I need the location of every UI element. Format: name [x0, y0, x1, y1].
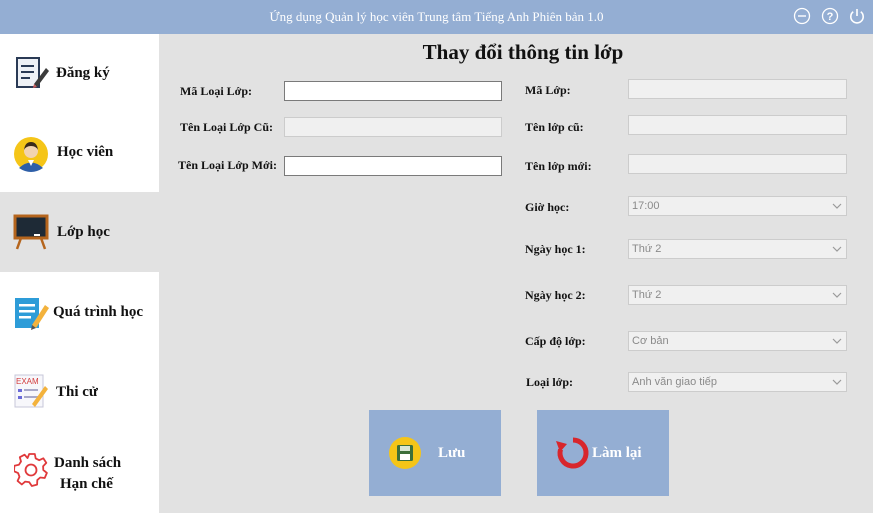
- minimize-icon[interactable]: [793, 7, 811, 25]
- chevron-down-icon: [832, 379, 842, 385]
- sidebar-item-register[interactable]: Đăng ký: [0, 34, 159, 114]
- class-level-value: Cơ bản: [632, 335, 669, 347]
- save-floppy-icon: [389, 437, 421, 469]
- study-day-2-label: Ngày học 2:: [525, 288, 586, 302]
- sidebar-item-restricted-list[interactable]: Danh sách Hạn chế: [0, 432, 159, 513]
- class-code-label: Mã Lớp:: [525, 83, 571, 97]
- save-button[interactable]: Lưu: [369, 410, 501, 496]
- study-time-value: 17:00: [632, 200, 660, 212]
- sidebar: Đăng ký Học viên Lớp học Quá trình học E…: [0, 34, 159, 513]
- svg-text:EXAM: EXAM: [16, 377, 39, 386]
- new-class-name-label: Tên lớp mới:: [525, 159, 592, 173]
- blackboard-icon: [13, 214, 49, 250]
- study-day-1-select[interactable]: Thứ 2: [628, 239, 847, 259]
- sidebar-item-label: Lớp học: [57, 224, 110, 240]
- new-class-type-name-label: Tên Loại Lớp Mới:: [178, 158, 277, 172]
- window-title: Ứng dụng Quản lý học viên Trung tâm Tiến…: [269, 9, 604, 24]
- class-type-code-input[interactable]: [284, 81, 502, 101]
- study-time-select[interactable]: 17:00: [628, 196, 847, 216]
- register-notebook-icon: [16, 57, 49, 88]
- help-icon[interactable]: ?: [821, 7, 839, 25]
- chevron-down-icon: [832, 203, 842, 209]
- reset-button-label: Làm lại: [592, 445, 642, 461]
- sidebar-item-label-line1: Danh sách: [54, 455, 122, 471]
- page-title: Thay đổi thông tin lớp: [422, 40, 624, 64]
- study-day-1-value: Thứ 2: [632, 243, 662, 255]
- class-level-label: Cấp độ lớp:: [525, 334, 586, 348]
- sidebar-item-label: Thi cử: [56, 384, 98, 400]
- chevron-down-icon: [832, 292, 842, 298]
- save-button-label: Lưu: [438, 445, 466, 461]
- old-class-name-label: Tên lớp cũ:: [525, 120, 584, 134]
- power-icon[interactable]: [848, 7, 866, 25]
- old-class-type-name-label: Tên Loại Lớp Cũ:: [180, 120, 273, 134]
- study-day-1-label: Ngày học 1:: [525, 242, 586, 256]
- class-type-code-label: Mã Loại Lớp:: [180, 84, 252, 98]
- new-class-name-input[interactable]: [628, 154, 847, 174]
- chevron-down-icon: [832, 246, 842, 252]
- class-level-select[interactable]: Cơ bản: [628, 331, 847, 351]
- gear-icon: [14, 453, 48, 487]
- old-class-name-input[interactable]: [628, 115, 847, 135]
- student-avatar-icon: [14, 137, 48, 172]
- title-bar: Ứng dụng Quản lý học viên Trung tâm Tiến…: [0, 0, 873, 34]
- refresh-icon: [556, 437, 589, 469]
- new-class-type-name-input[interactable]: [284, 156, 502, 176]
- study-time-label: Giờ học:: [525, 200, 570, 214]
- study-day-2-select[interactable]: Thứ 2: [628, 285, 847, 305]
- sidebar-item-students[interactable]: Học viên: [0, 114, 159, 194]
- sidebar-item-classes[interactable]: Lớp học: [0, 192, 159, 272]
- sidebar-item-label-line2: Hạn chế: [60, 476, 113, 492]
- class-edit-form: Thay đổi thông tin lớp Mã Loại Lớp: Tên …: [159, 34, 873, 513]
- class-type-label: Loại lớp:: [526, 375, 573, 389]
- class-type-select[interactable]: Anh văn giao tiếp: [628, 372, 847, 392]
- class-type-value: Anh văn giao tiếp: [632, 376, 718, 388]
- exam-icon: EXAM: [14, 374, 48, 408]
- sidebar-item-label: Học viên: [57, 144, 114, 160]
- old-class-type-name-input[interactable]: [284, 117, 502, 137]
- class-code-input[interactable]: [628, 79, 847, 99]
- study-day-2-value: Thứ 2: [632, 289, 662, 301]
- svg-text:?: ?: [827, 11, 834, 23]
- sidebar-item-exams[interactable]: EXAM Thi cử: [0, 352, 159, 432]
- chevron-down-icon: [832, 338, 842, 344]
- checklist-pencil-icon: [15, 298, 49, 330]
- sidebar-item-label: Quá trình học: [53, 304, 144, 320]
- reset-button[interactable]: Làm lại: [537, 410, 669, 496]
- sidebar-item-label: Đăng ký: [56, 65, 110, 81]
- sidebar-item-learning-progress[interactable]: Quá trình học: [0, 272, 159, 352]
